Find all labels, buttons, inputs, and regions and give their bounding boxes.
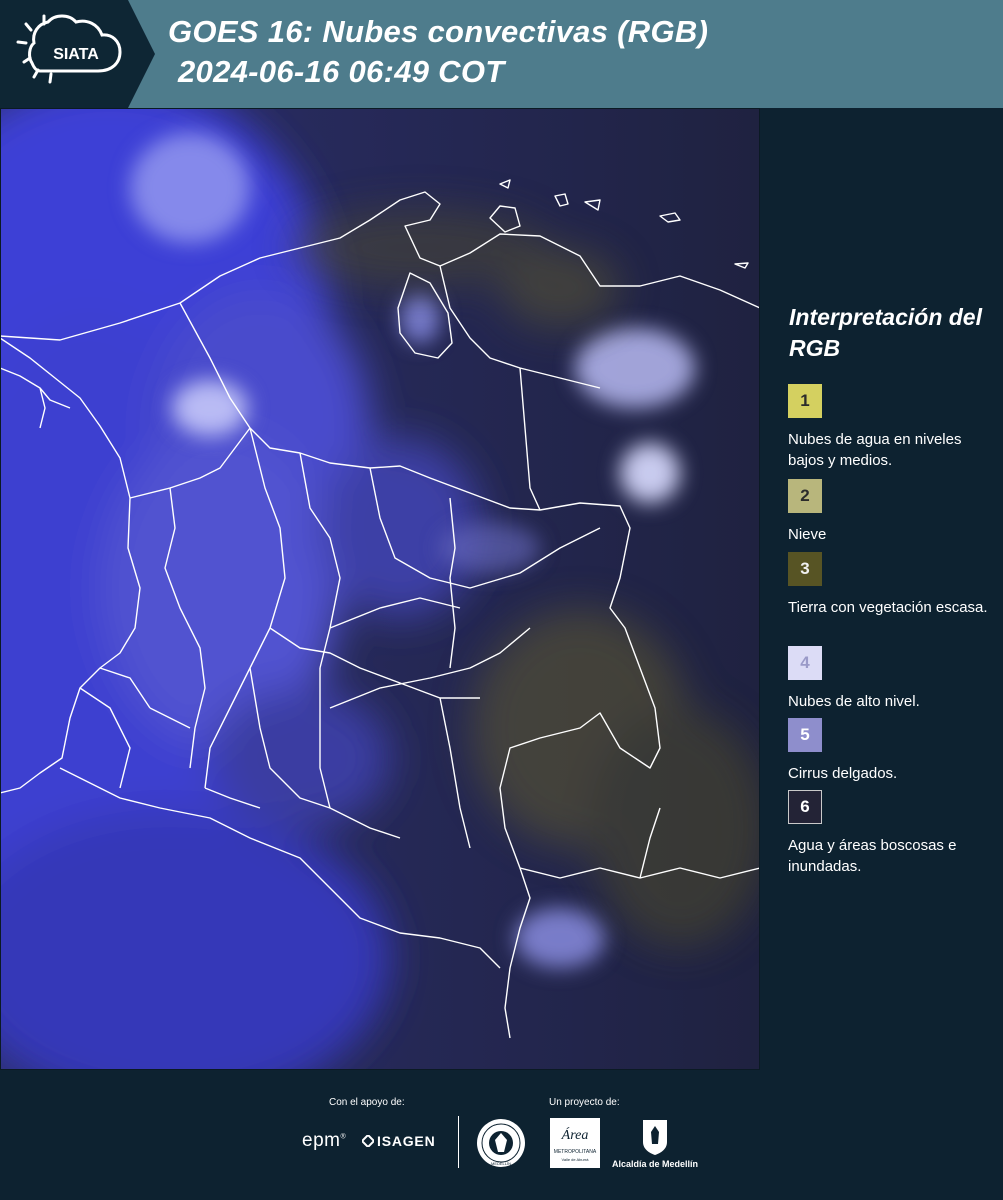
legend-swatch: 5 <box>788 718 822 752</box>
legend-title: Interpretación del RGB <box>789 304 982 361</box>
svg-text:MEDELLÍN: MEDELLÍN <box>491 1161 511 1166</box>
page-title: GOES 16: Nubes convectivas (RGB) <box>168 14 709 49</box>
legend-label: Tierra con vegetación escasa. <box>788 599 988 616</box>
project-label: Un proyecto de: <box>549 1097 620 1108</box>
legend-item-3: 3 Tierra con vegetación escasa. <box>788 552 1000 618</box>
legend-item-1: 1 Nubes de agua en niveles bajos y medio… <box>788 384 1000 471</box>
satellite-map <box>0 108 760 1070</box>
timestamp: 2024-06-16 06:49 COT <box>178 54 505 89</box>
alcaldia-label: Alcaldía de Medellín <box>612 1159 699 1169</box>
legend-label: Agua y áreas boscosas e inundadas. <box>788 837 957 875</box>
alcaldia-shield-icon <box>641 1118 669 1156</box>
legend-panel: Interpretación del RGB 1 Nubes de agua e… <box>760 108 1003 1070</box>
header-bar: SIATA GOES 16: Nubes convectivas (RGB) 2… <box>0 0 1003 108</box>
legend-item-5: 5 Cirrus delgados. <box>788 718 1000 784</box>
legend-swatch: 1 <box>788 384 822 418</box>
legend-swatch: 4 <box>788 646 822 680</box>
medellin-seal: MEDELLÍN <box>476 1118 526 1168</box>
area-metropolitana-logo: Área METROPOLITANA Valle de Aburrá <box>550 1118 600 1168</box>
isagen-logo: ISAGEN <box>360 1133 435 1149</box>
legend-label: Nubes de alto nivel. <box>788 693 920 710</box>
footer: Con el apoyo de: Un proyecto de: epm® IS… <box>0 1070 1003 1200</box>
svg-text:SIATA: SIATA <box>53 46 99 63</box>
support-label: Con el apoyo de: <box>329 1097 405 1108</box>
isagen-mark-icon <box>360 1133 376 1149</box>
legend-label: Nieve <box>788 526 827 543</box>
epm-logo: epm® <box>302 1130 347 1151</box>
legend-swatch: 2 <box>788 479 822 513</box>
legend-swatch: 6 <box>788 790 822 824</box>
siata-logo: SIATA <box>0 0 155 108</box>
legend-label: Nubes de agua en niveles bajos y medios. <box>788 431 962 469</box>
footer-divider <box>458 1116 459 1168</box>
legend-item-2: 2 Nieve <box>788 479 1000 545</box>
legend-label: Cirrus delgados. <box>788 765 898 782</box>
legend-swatch: 3 <box>788 552 822 586</box>
legend-item-6: 6 Agua y áreas boscosas e inundadas. <box>788 790 1000 877</box>
legend-item-4: 4 Nubes de alto nivel. <box>788 646 1000 712</box>
